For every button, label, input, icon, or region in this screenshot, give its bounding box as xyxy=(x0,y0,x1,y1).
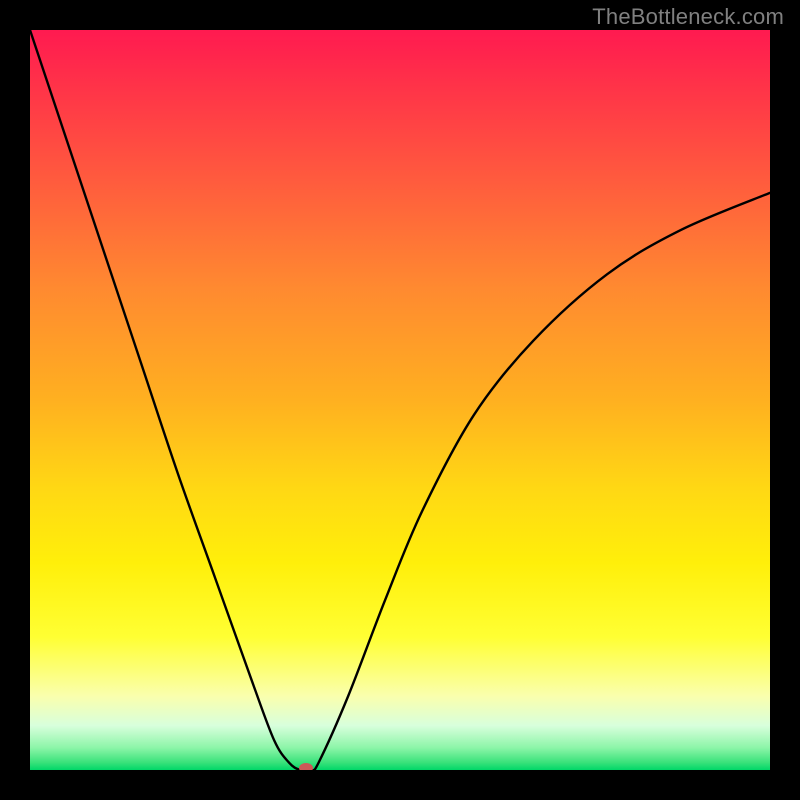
curve-path xyxy=(30,30,770,770)
chart-svg xyxy=(30,30,770,770)
watermark-text: TheBottleneck.com xyxy=(592,4,784,30)
marker-dot xyxy=(299,763,313,770)
